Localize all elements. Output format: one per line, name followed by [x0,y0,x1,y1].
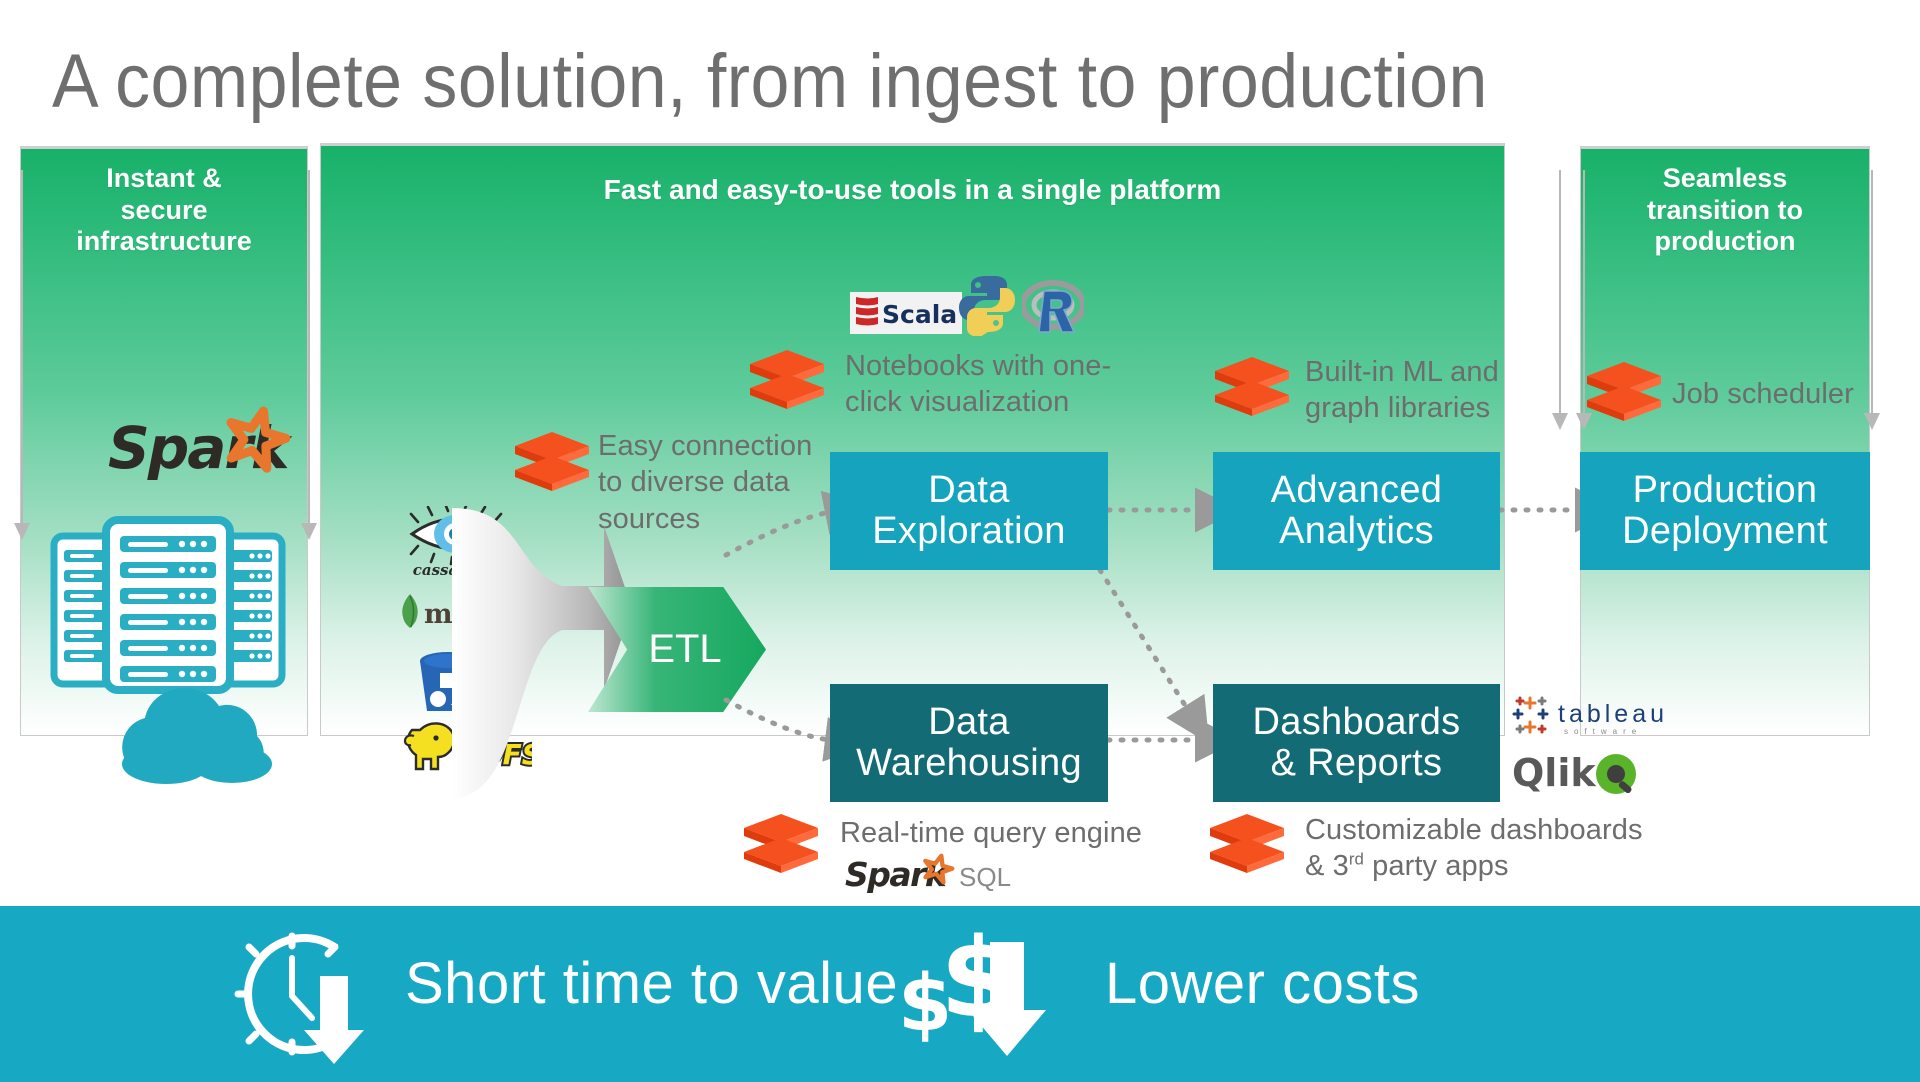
r-logo [1020,278,1086,341]
svg-text:Scala: Scala [882,300,957,329]
dollar-down-arrow-icon: $ $ [898,914,1068,1064]
caption-text: Notebooks with one-click visualization [845,350,1112,419]
python-logo [955,272,1019,341]
box-dashboards-reports[interactable]: Dashboards & Reports [1213,684,1500,802]
server-rack-cloud-icon [48,500,288,700]
tableau-logo: tableau software [1512,694,1692,743]
box-label-line: Production [1632,469,1818,512]
ingest-funnel-shape [452,508,632,798]
box-label-line: Analytics [1279,510,1434,552]
caption-customizable: Customizable dashboards & 3rd party apps [1305,812,1665,885]
box-label-line: Exploration [872,510,1066,552]
box-label-line: Advanced [1270,469,1443,512]
caption-easy-connection: Easy connection to diverse data sources [598,428,828,537]
caption-text: Built-in ML and graph libraries [1305,356,1499,425]
box-advanced-analytics[interactable]: Advanced Analytics [1213,452,1500,570]
box-data-exploration[interactable]: Data Exploration [830,452,1108,570]
panel-title-line: transition to [1647,194,1803,225]
box-label-line: Data [928,469,1010,512]
banner-label-short-time: Short time to value [405,950,898,1017]
panel-tools-title: Fast and easy-to-use tools in a single p… [321,174,1504,207]
panel-production: Seamless transition to production [1580,146,1870,736]
databricks-icon-builtin-ml [1213,355,1291,422]
box-label-line: & Reports [1270,742,1443,784]
svg-text:Qlik: Qlik [1512,751,1596,795]
caption-text: Job scheduler [1672,378,1854,410]
banner-label-lower-costs: Lower costs [1105,950,1420,1017]
etl-label: ETL [648,627,722,671]
caption-builtin-ml: Built-in ML and graph libraries [1305,354,1535,427]
banner-text: Short time to value [405,951,899,1016]
caption-text-line2a: & 3 [1305,850,1349,883]
panel-title-line: Fast and easy-to-use tools in a single p… [603,174,1222,205]
benefits-banner: Short time to value $ $ Lower costs [0,906,1920,1082]
panel-title-line: Seamless [1662,163,1788,193]
slide-canvas: A complete solution, from ingest to prod… [0,0,1920,1082]
page-title: A complete solution, from ingest to prod… [52,39,1488,124]
clock-down-arrow-icon [228,924,378,1064]
panel-title-line: production [1654,226,1796,257]
box-production-deployment[interactable]: Production Deployment [1580,452,1870,570]
box-label-line: Data [928,701,1010,744]
caption-notebooks: Notebooks with one-click visualization [845,348,1135,421]
databricks-icon-easy-connection [513,430,591,497]
svg-text:tableau: tableau [1558,700,1668,728]
box-label-line: Dashboards [1252,701,1461,744]
cloud-icon [104,672,294,784]
caption-job-scheduler: Job scheduler [1672,376,1920,412]
caption-realtime-query: Real-time query engine [840,815,1180,851]
databricks-icon-job-scheduler [1585,360,1663,427]
caption-text: Real-time query engine [840,817,1143,849]
box-data-warehousing[interactable]: Data Warehousing [830,684,1108,802]
panel-title-line: infrastructure [76,226,252,257]
box-label-line: Warehousing [856,742,1082,784]
panel-title-line: Instant & [106,163,222,193]
svg-text:software: software [1564,727,1642,736]
banner-text: Lower costs [1105,951,1420,1016]
databricks-icon-customizable [1208,812,1286,879]
caption-text-line1: Customizable dashboards [1305,814,1643,846]
flow-arrow-down-center-right [1549,170,1571,430]
panel-title-line: secure [120,194,208,225]
spark-sql-logo: Spark SQL [845,848,1045,901]
qlik-logo: Qlik [1512,750,1662,803]
databricks-icon-notebooks [748,348,826,415]
caption-text-sup: rd [1348,849,1364,869]
caption-text-line2b: party apps [1364,850,1509,883]
databricks-icon-realtime-query [742,812,820,879]
svg-text:SQL: SQL [959,862,1011,892]
panel-production-title: Seamless transition to production [1581,163,1869,258]
panel-infrastructure-title: Instant & secure infrastructure [21,163,307,258]
box-label-line: Deployment [1622,510,1828,552]
spark-logo: Spark [108,406,308,492]
scala-logo: Scala [850,292,962,339]
spark-logo-svg: Spark [108,406,295,482]
